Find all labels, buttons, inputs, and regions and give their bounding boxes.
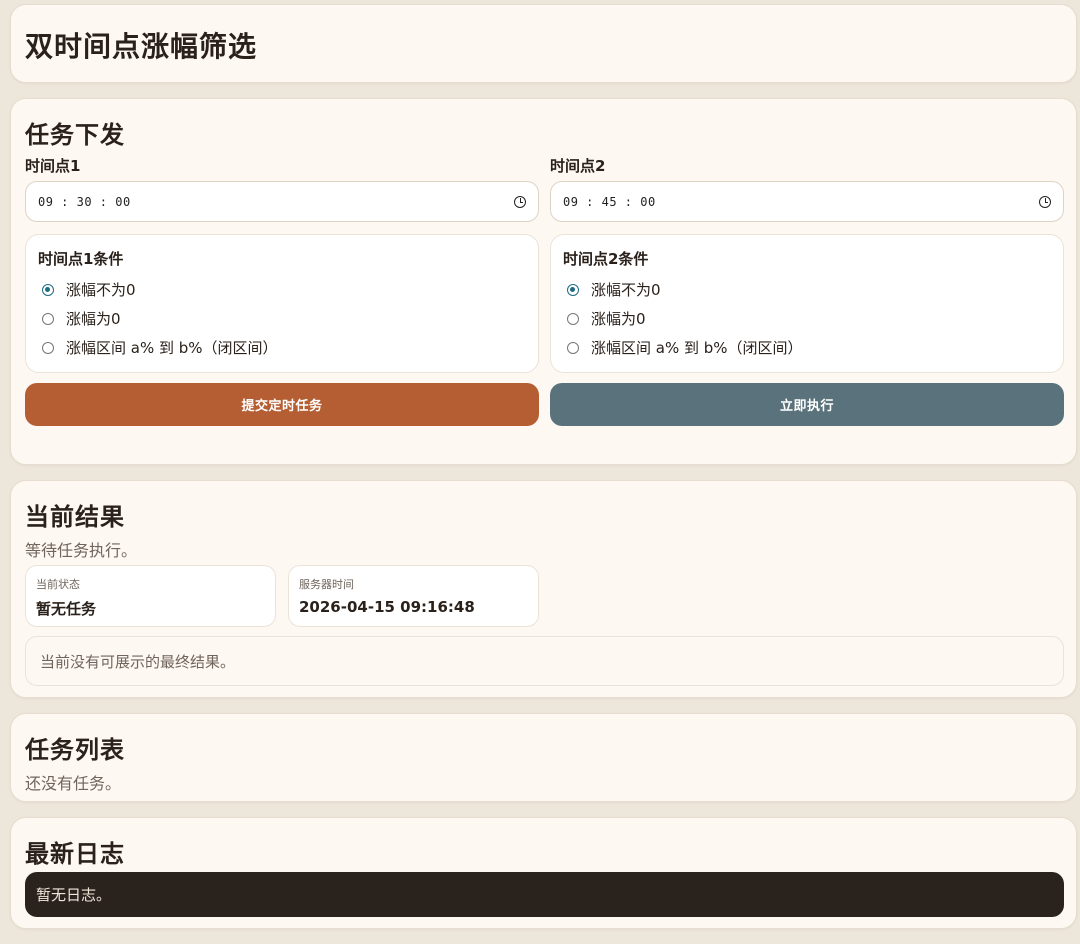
logs-heading: 最新日志 — [25, 840, 125, 868]
time1-input[interactable]: 09 : 30 : 00 — [25, 181, 539, 222]
task-dispatch-heading: 任务下发 — [25, 121, 125, 149]
current-state-label: 当前状态 — [36, 578, 80, 591]
time2-condition-box: 时间点2条件 涨幅不为0 涨幅为0 涨幅区间 a% 到 b%（闭区间） — [550, 234, 1064, 373]
result-empty-box: 当前没有可展示的最终结果。 — [25, 636, 1064, 686]
server-time-label: 服务器时间 — [299, 578, 354, 591]
radio-selected-icon[interactable] — [567, 283, 579, 296]
time1-value: 09 : 30 : 00 — [38, 194, 131, 209]
logs-card: 最新日志 暂无日志。 — [10, 817, 1077, 929]
time1-condition-box: 时间点1条件 涨幅不为0 涨幅为0 涨幅区间 a% 到 b%（闭区间） — [25, 234, 539, 373]
log-output: 暂无日志。 — [25, 872, 1064, 917]
task-list-card: 任务列表 还没有任务。 — [10, 713, 1077, 802]
option-label: 涨幅不为0 — [591, 281, 661, 299]
radio-selected-icon[interactable] — [42, 283, 54, 296]
task-list-heading: 任务列表 — [25, 736, 125, 764]
time1-option-zero[interactable]: 涨幅为0 — [38, 304, 526, 333]
radio-icon[interactable] — [42, 341, 54, 354]
result-status-text: 等待任务执行。 — [25, 541, 138, 560]
time1-option-nonzero[interactable]: 涨幅不为0 — [38, 275, 526, 304]
task-list-empty-text: 还没有任务。 — [25, 774, 122, 793]
header-card: 双时间点涨幅筛选 — [10, 4, 1077, 83]
time2-option-nonzero[interactable]: 涨幅不为0 — [563, 275, 1051, 304]
current-state-value: 暂无任务 — [36, 600, 97, 618]
time2-option-zero[interactable]: 涨幅为0 — [563, 304, 1051, 333]
option-label: 涨幅区间 a% 到 b%（闭区间） — [591, 339, 803, 357]
server-time-stat: 服务器时间 2026-04-15 09:16:48 — [288, 565, 539, 627]
time2-label: 时间点2 — [550, 157, 606, 175]
option-label: 涨幅不为0 — [66, 281, 136, 299]
radio-icon[interactable] — [567, 341, 579, 354]
time2-input[interactable]: 09 : 45 : 00 — [550, 181, 1064, 222]
option-label: 涨幅为0 — [66, 310, 121, 328]
server-time-value: 2026-04-15 09:16:48 — [299, 598, 475, 616]
current-result-card: 当前结果 等待任务执行。 当前状态 暂无任务 服务器时间 2026-04-15 … — [10, 480, 1077, 698]
time1-option-range[interactable]: 涨幅区间 a% 到 b%（闭区间） — [38, 333, 526, 362]
time2-option-range[interactable]: 涨幅区间 a% 到 b%（闭区间） — [563, 333, 1051, 362]
option-label: 涨幅为0 — [591, 310, 646, 328]
time1-label: 时间点1 — [25, 157, 81, 175]
time2-condition-title: 时间点2条件 — [563, 250, 649, 268]
time1-condition-title: 时间点1条件 — [38, 250, 124, 268]
radio-icon[interactable] — [567, 312, 579, 325]
clock-icon[interactable] — [514, 195, 526, 208]
task-dispatch-card: 任务下发 时间点1 时间点2 09 : 30 : 00 09 : 45 : 00… — [10, 98, 1077, 465]
current-state-stat: 当前状态 暂无任务 — [25, 565, 276, 627]
radio-icon[interactable] — [42, 312, 54, 325]
submit-scheduled-task-button[interactable]: 提交定时任务 — [25, 383, 539, 426]
run-now-button[interactable]: 立即执行 — [550, 383, 1064, 426]
current-result-heading: 当前结果 — [25, 503, 125, 531]
option-label: 涨幅区间 a% 到 b%（闭区间） — [66, 339, 278, 357]
clock-icon[interactable] — [1039, 195, 1051, 208]
time2-value: 09 : 45 : 00 — [563, 194, 656, 209]
page-title: 双时间点涨幅筛选 — [25, 30, 258, 63]
